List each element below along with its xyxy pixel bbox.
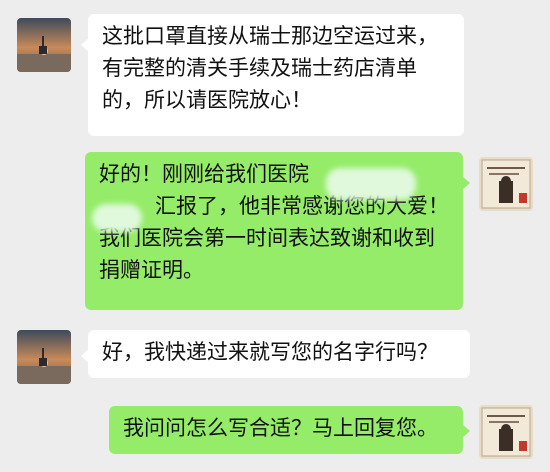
sunset-lake-avatar-icon bbox=[17, 18, 71, 72]
message-line: 这批口罩直接从瑞士那边空运过来， bbox=[102, 24, 438, 48]
my-avatar[interactable] bbox=[479, 157, 533, 211]
redaction-blur bbox=[326, 168, 416, 200]
bubble-tail bbox=[462, 176, 470, 190]
sunset-lake-avatar-icon bbox=[17, 330, 71, 384]
bubble-tail bbox=[462, 424, 470, 438]
contact-avatar[interactable] bbox=[17, 330, 71, 384]
message-bubble-me-2[interactable]: 我问问怎么写合适？马上回复您。 bbox=[109, 406, 463, 454]
message-line: 我问问怎么写合适？马上回复您。 bbox=[123, 416, 438, 440]
message-line: 我们医院会第一时间表达致谢和收到 bbox=[99, 226, 435, 250]
message-line: 的，所以请医院放心！ bbox=[102, 88, 312, 112]
message-bubble-contact-2[interactable]: 好，我快递过来就写您的名字行吗？ bbox=[88, 330, 470, 378]
message-line: 有完整的清关手续及瑞士药店清单 bbox=[102, 56, 417, 80]
redaction-blur bbox=[92, 204, 142, 232]
message-bubble-contact-1[interactable]: 这批口罩直接从瑞士那边空运过来， 有完整的清关手续及瑞士药店清单 的，所以请医院… bbox=[88, 14, 464, 136]
contact-avatar[interactable] bbox=[17, 18, 71, 72]
calligraphy-avatar-icon bbox=[479, 405, 533, 459]
message-line: 捐赠证明。 bbox=[99, 258, 204, 282]
calligraphy-avatar-icon bbox=[479, 157, 533, 211]
my-avatar[interactable] bbox=[479, 405, 533, 459]
message-line: 好，我快递过来就写您的名字行吗？ bbox=[102, 340, 438, 364]
